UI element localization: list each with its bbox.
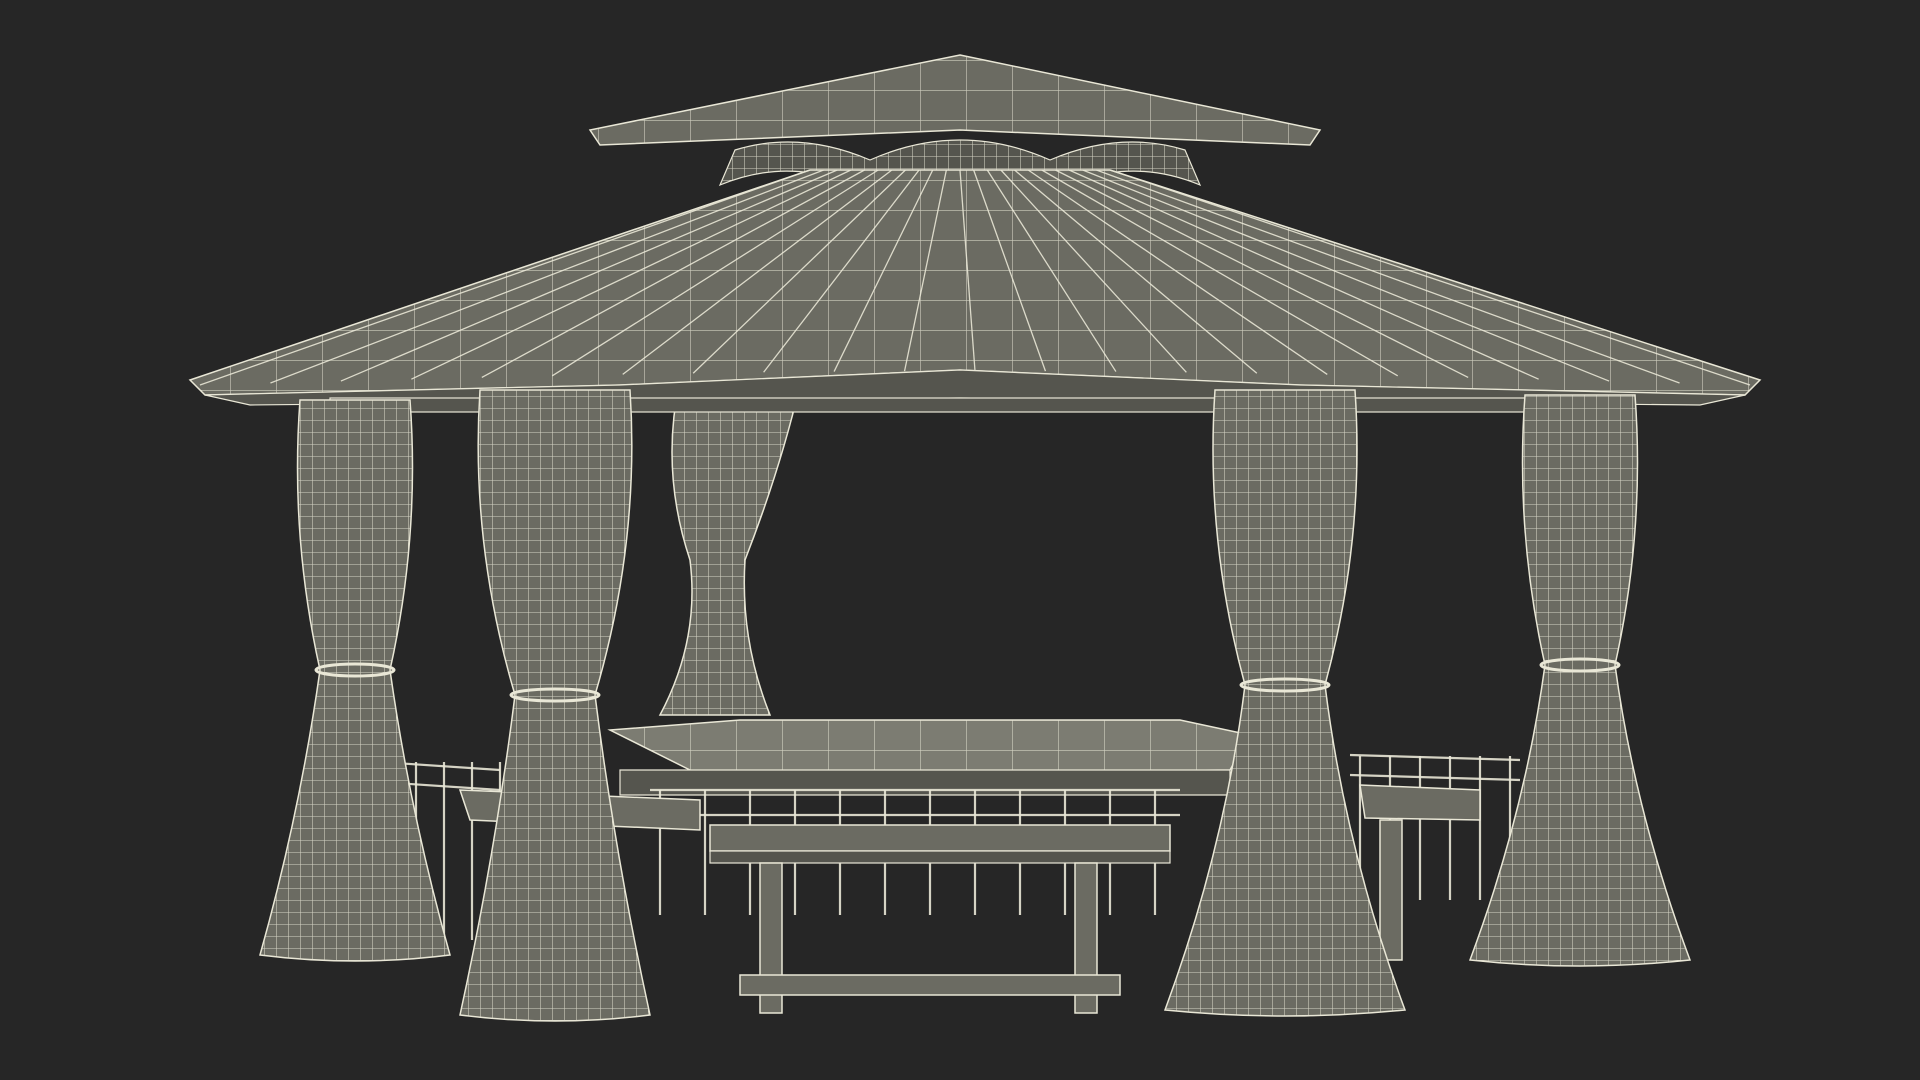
railing-bar <box>1349 773 1521 782</box>
curtain-front-right <box>1163 389 1407 1017</box>
curtains <box>259 389 1692 1022</box>
render-viewport <box>0 0 1920 1080</box>
back-curtain-left <box>658 379 801 716</box>
curtain-front-left <box>459 389 651 1022</box>
gazebo-wireframe-scene <box>188 54 1762 1022</box>
bench-front <box>709 824 1171 1014</box>
railing-bar <box>1349 753 1521 762</box>
table <box>607 719 1252 796</box>
curtain-far-left <box>259 399 451 962</box>
upper-roof <box>588 54 1322 187</box>
curtain-far-right <box>1468 394 1692 967</box>
main-roof <box>188 169 1762 406</box>
